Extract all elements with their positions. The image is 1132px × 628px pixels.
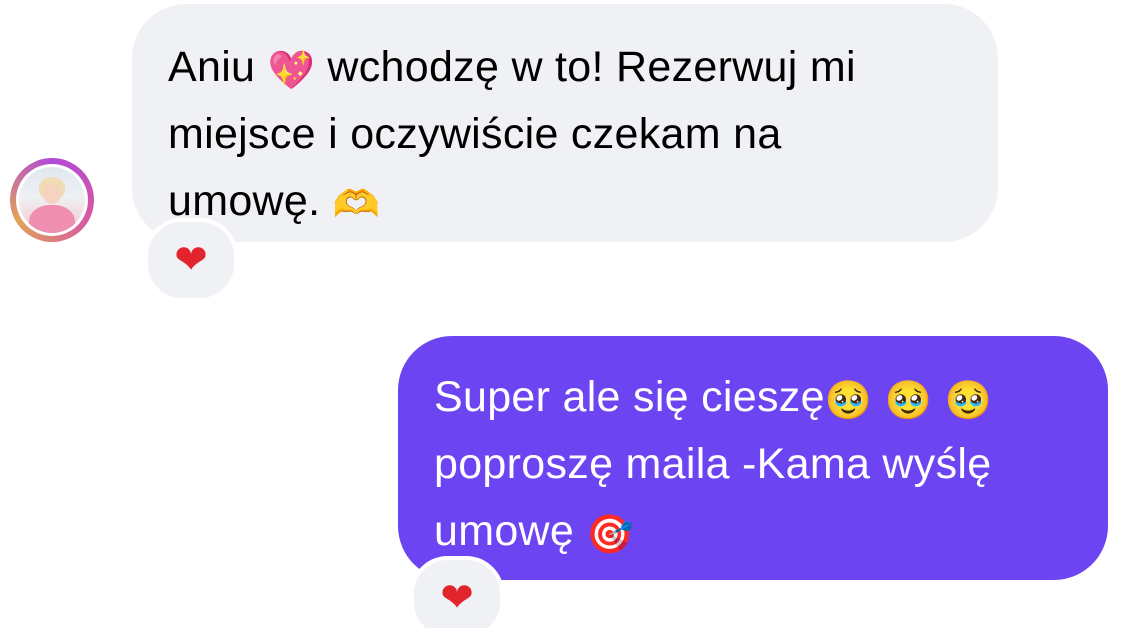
heart-hands-emoji-icon: 🫶 <box>332 181 381 226</box>
outgoing-message-bubble[interactable]: Super ale się cieszę🥹 🥹 🥹 poproszę maila… <box>398 336 1108 580</box>
outgoing-message-line: Super ale się cieszę🥹 🥹 🥹 <box>434 364 1088 431</box>
incoming-message-line: umowę. 🫶 <box>168 168 968 235</box>
incoming-message-bubble[interactable]: Aniu 💖 wchodzę w to! Rezerwuj mi miejsce… <box>132 4 998 242</box>
outgoing-message-line: poproszę maila -Kama wyślę <box>434 440 992 488</box>
incoming-message-line: Aniu 💖 wchodzę w to! Rezerwuj mi <box>168 34 968 101</box>
red-heart-icon: ❤ <box>440 575 474 621</box>
message-spacer <box>932 373 944 421</box>
message-text: Aniu <box>168 43 268 91</box>
pleading-face-emoji-icon: 🥹 <box>884 377 933 422</box>
outgoing-message-line: umowę 🎯 <box>434 498 1088 565</box>
avatar-body <box>29 205 75 233</box>
sparkling-heart-emoji-icon: 💖 <box>267 47 316 92</box>
message-spacer <box>872 373 884 421</box>
avatar-photo <box>19 167 85 233</box>
red-heart-icon: ❤ <box>174 237 208 283</box>
outgoing-message-reaction[interactable]: ❤ <box>410 556 504 628</box>
avatar-face <box>43 184 61 204</box>
sender-avatar[interactable] <box>10 158 94 242</box>
message-text: Super ale się cieszę <box>434 373 825 421</box>
pleading-face-emoji-icon: 🥹 <box>824 377 873 422</box>
incoming-message-reaction[interactable]: ❤ <box>144 218 238 302</box>
direct-hit-target-emoji-icon: 🎯 <box>586 511 634 556</box>
incoming-message-line: miejsce i oczywiście czekam na <box>168 110 782 158</box>
message-text: wchodzę w to! Rezerwuj mi <box>315 43 856 91</box>
pleading-face-emoji-icon: 🥹 <box>944 377 993 422</box>
chat-thread: Aniu 💖 wchodzę w to! Rezerwuj mi miejsce… <box>0 0 1132 628</box>
message-text: umowę <box>434 507 587 555</box>
avatar-ring <box>16 164 88 236</box>
